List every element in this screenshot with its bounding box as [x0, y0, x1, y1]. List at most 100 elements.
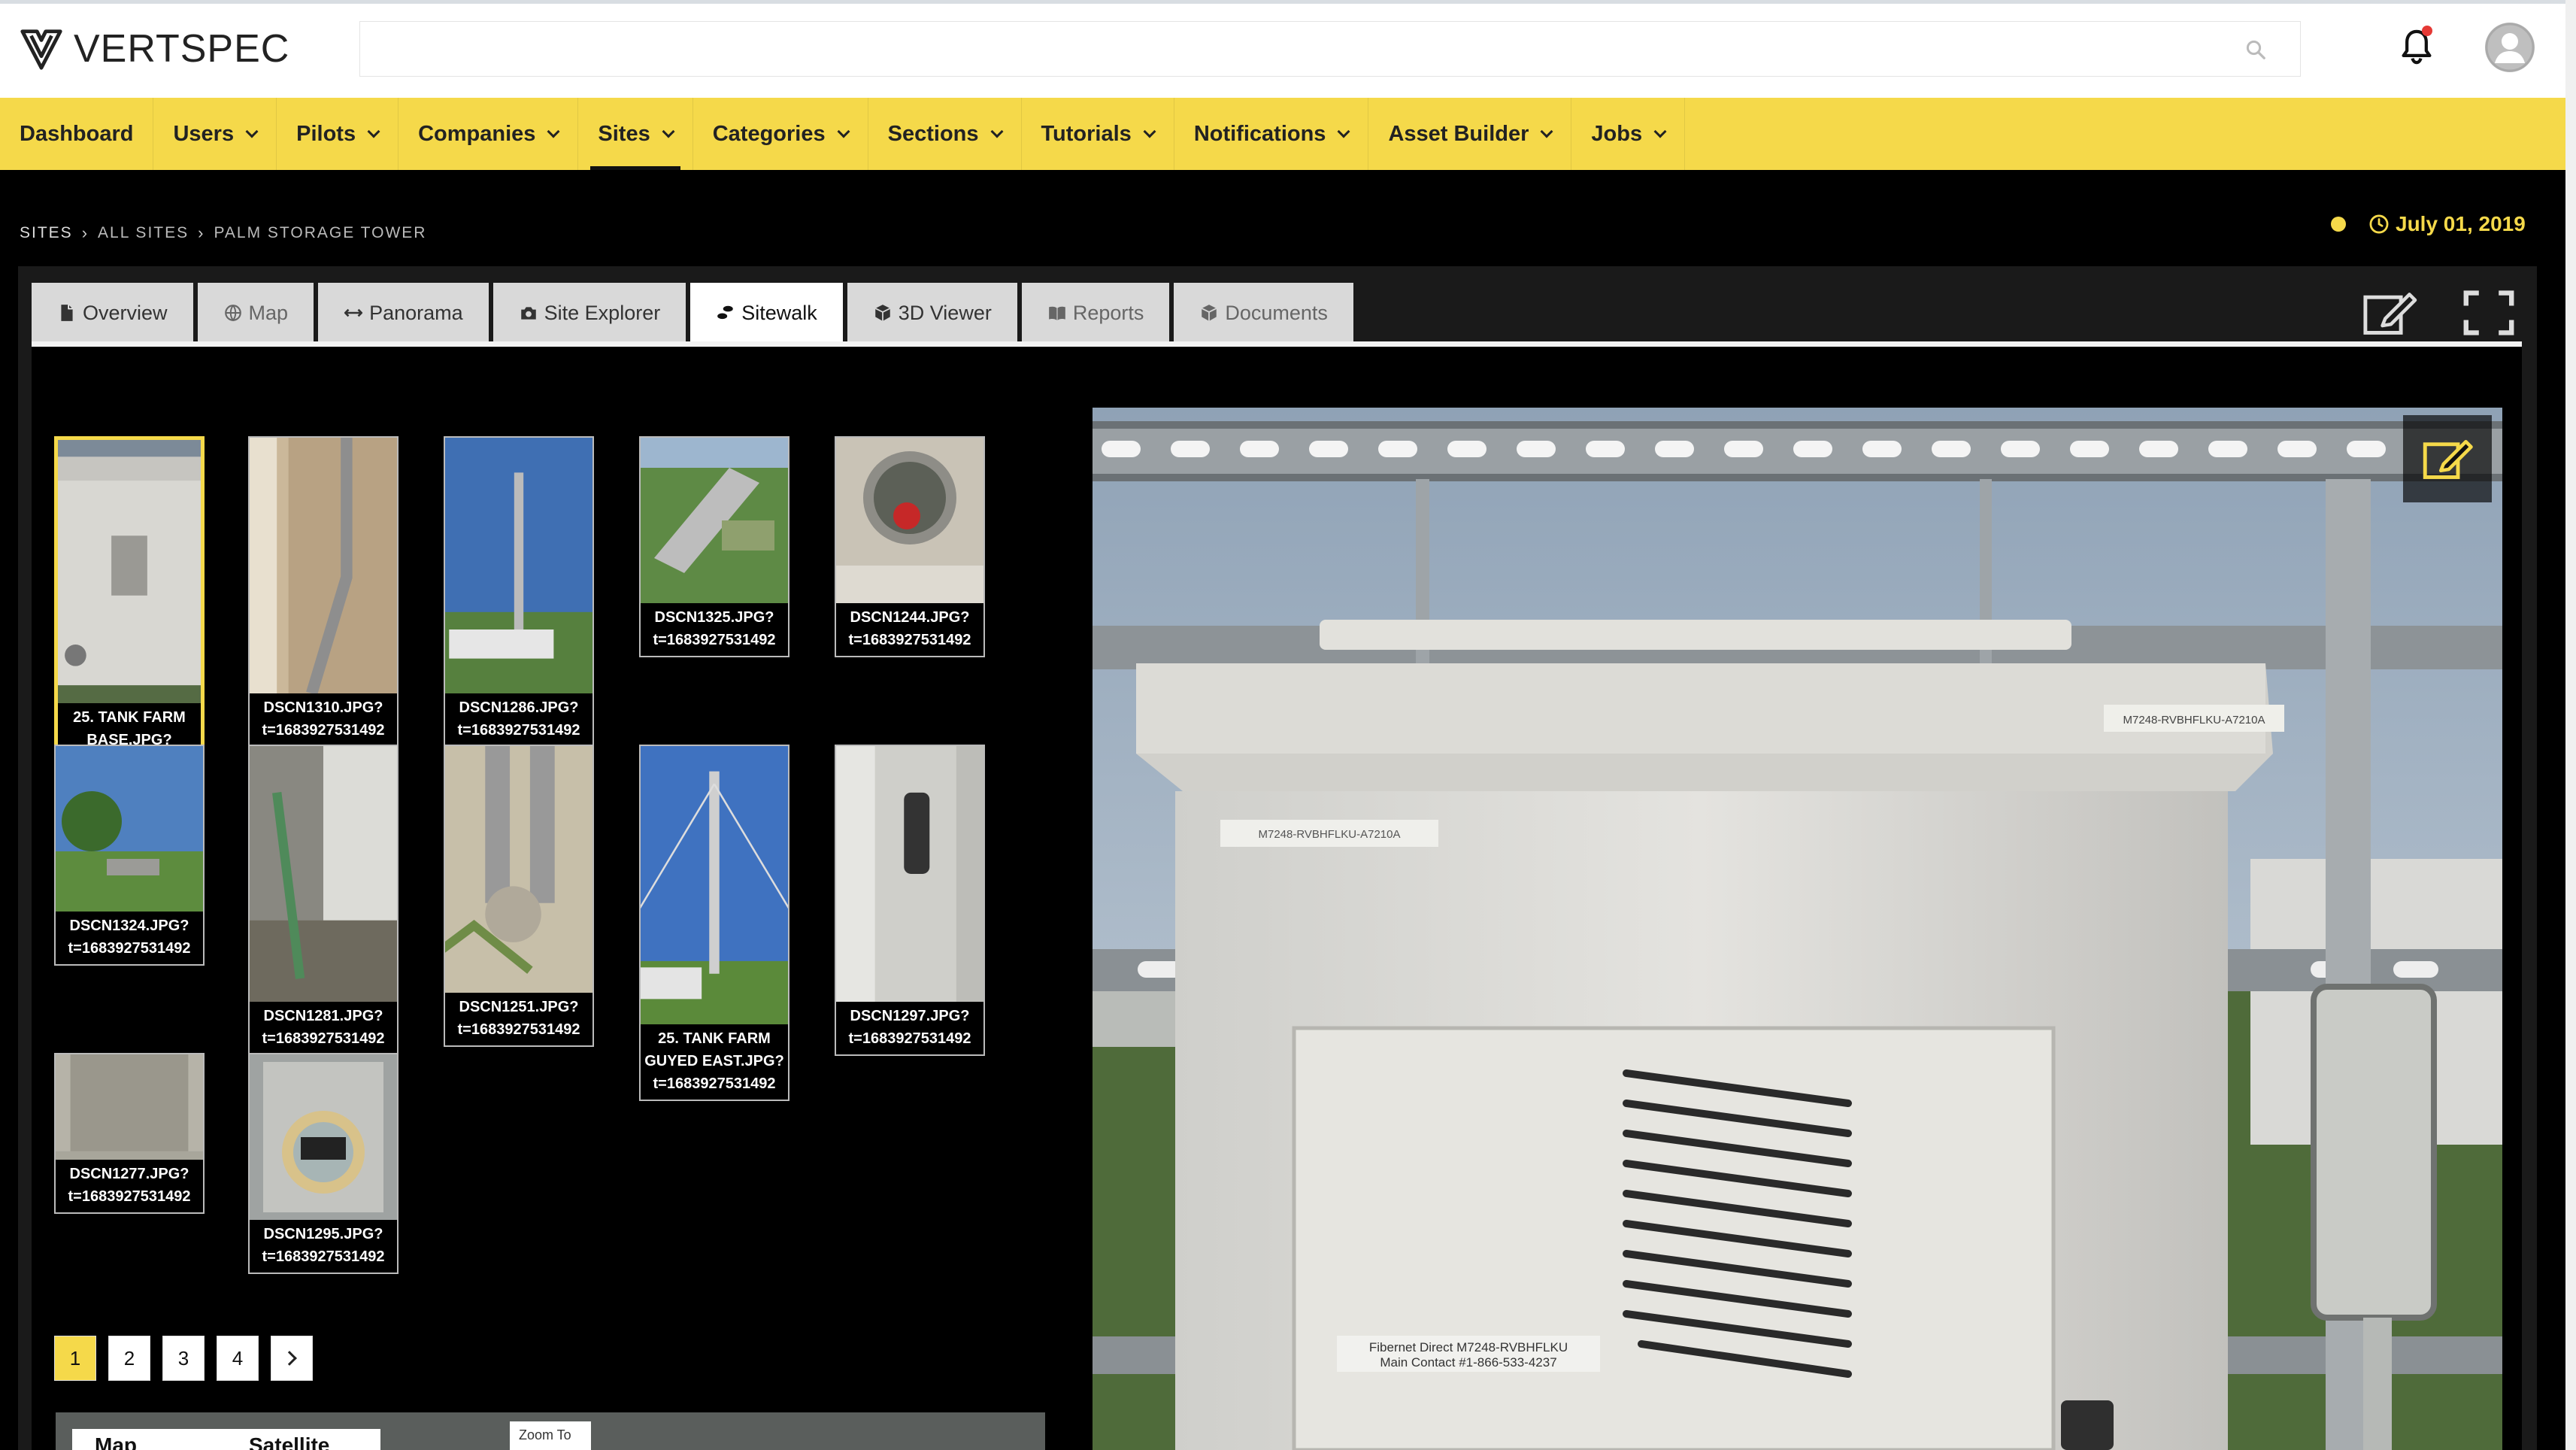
page-button-2[interactable]: 2 [108, 1336, 150, 1381]
chevron-down-icon [1653, 125, 1667, 138]
chevron-right-icon [282, 1351, 297, 1366]
thumbnail-image [836, 438, 983, 603]
fullscreen-icon[interactable] [2460, 287, 2517, 338]
map-type-satellite-button[interactable]: Satellite [226, 1429, 380, 1450]
next-page-button[interactable] [271, 1336, 313, 1381]
photo-thumbnail[interactable]: DSCN1325.JPG?t=1683927531492 [639, 436, 789, 657]
thumbnail-image [56, 1054, 203, 1160]
nav-label: Asset Builder [1388, 121, 1529, 146]
nav-label: Companies [418, 121, 536, 146]
site-tabs: Overview Map Panorama Site Explorer Sitewalk… [32, 283, 1358, 343]
nav-users[interactable]: Users [153, 98, 277, 170]
search-bar[interactable] [359, 21, 2301, 77]
thumbnail-caption: DSCN1244.JPG?t=1683927531492 [848, 609, 971, 648]
photo-preview-image [445, 746, 592, 993]
cabinet-label-top: M7248-RVBHFLKU-A7210A [2123, 714, 2265, 727]
nav-label: Users [173, 121, 235, 146]
photo-thumbnail[interactable]: DSCN1295.JPG?t=1683927531492 [248, 1053, 399, 1274]
edit-icon[interactable] [2361, 287, 2418, 338]
breadcrumb: SITES › ALL SITES › PALM STORAGE TOWER [20, 223, 426, 243]
page-scrollbar[interactable] [2565, 0, 2576, 1450]
tab-3d-viewer[interactable]: 3D Viewer [847, 283, 1017, 343]
photo-preview-image [641, 438, 788, 603]
thumbnail-caption: DSCN1297.JPG?t=1683927531492 [848, 1008, 971, 1047]
viewer-edit-button[interactable] [2403, 415, 2492, 502]
nav-pilots[interactable]: Pilots [277, 98, 399, 170]
photo-thumbnail[interactable]: DSCN1310.JPG?t=1683927531492 [248, 436, 399, 748]
thumbnail-image [641, 438, 788, 603]
pagination: 1234 [54, 1336, 325, 1381]
chevron-down-icon [1540, 125, 1553, 138]
thumbnail-caption: DSCN1324.JPG?t=1683927531492 [68, 918, 191, 957]
nav-categories[interactable]: Categories [693, 98, 868, 170]
tab-sitewalk[interactable]: Sitewalk [690, 283, 843, 343]
photo-thumbnail[interactable]: DSCN1281.JPG?t=1683927531492 [248, 745, 399, 1056]
photo-thumbnail[interactable]: 25. TANK FARM BASE.JPG?t=1683927531491 [54, 436, 205, 782]
nav-companies[interactable]: Companies [399, 98, 579, 170]
photo-preview-image [445, 438, 592, 693]
thumbnail-caption: 25. TANK FARM GUYED EAST.JPG?t=168392753… [644, 1030, 784, 1092]
thumbnail-image [445, 438, 592, 693]
footprints-icon [717, 305, 733, 320]
page-button-1[interactable]: 1 [54, 1336, 96, 1381]
thumbnail-caption: DSCN1325.JPG?t=1683927531492 [653, 609, 776, 648]
chevron-down-icon [990, 125, 1003, 138]
photo-thumbnail[interactable]: DSCN1277.JPG?t=1683927531492 [54, 1053, 205, 1214]
thumbnail-image [836, 746, 983, 1002]
nav-label: Jobs [1591, 121, 1643, 146]
tab-label: Overview [83, 301, 168, 324]
thumbnail-image [250, 438, 397, 693]
tab-documents[interactable]: Documents [1174, 283, 1353, 343]
photo-thumbnail[interactable]: DSCN1297.JPG?t=1683927531492 [835, 745, 985, 1056]
zoom-to-button[interactable]: Zoom To [510, 1421, 591, 1450]
search-input[interactable] [360, 22, 2300, 76]
photo-preview-image [250, 1054, 397, 1220]
photo-preview-image [58, 440, 201, 703]
user-avatar[interactable] [2485, 23, 2535, 72]
photo-thumbnail[interactable]: DSCN1244.JPG?t=1683927531492 [835, 436, 985, 657]
thumbnail-caption: DSCN1295.JPG?t=1683927531492 [262, 1226, 385, 1265]
thumbnail-caption: DSCN1281.JPG?t=1683927531492 [262, 1008, 385, 1047]
tab-label: Reports [1072, 301, 1144, 324]
photo-thumbnail[interactable]: DSCN1286.JPG?t=1683927531492 [444, 436, 594, 748]
cube-icon [1202, 305, 1217, 321]
map-type-toggle: Map Satellite [72, 1429, 380, 1450]
tab-site-explorer[interactable]: Site Explorer [492, 283, 686, 343]
tab-map[interactable]: Map [197, 283, 314, 343]
nav-asset-builder[interactable]: Asset Builder [1368, 98, 1572, 170]
page-button-3[interactable]: 3 [162, 1336, 205, 1381]
nav-tutorials[interactable]: Tutorials [1022, 98, 1174, 170]
photo-preview-image [56, 746, 203, 912]
breadcrumb-sites[interactable]: SITES [20, 224, 73, 242]
photo-preview-image [250, 438, 397, 693]
photo-thumbnail[interactable]: DSCN1251.JPG?t=1683927531492 [444, 745, 594, 1047]
chevron-down-icon [547, 125, 560, 138]
nav-sections[interactable]: Sections [868, 98, 1022, 170]
nav-label: Sites [598, 121, 650, 146]
chevron-down-icon [1337, 125, 1350, 138]
nav-dashboard[interactable]: Dashboard [0, 98, 154, 170]
search-icon[interactable] [2244, 38, 2267, 61]
photo-thumbnail[interactable]: 25. TANK FARM GUYED EAST.JPG?t=168392753… [639, 745, 789, 1101]
vertspec-logo-icon [20, 29, 62, 70]
thumbnail-image [250, 1054, 397, 1220]
tab-label: Documents [1225, 301, 1328, 324]
nav-label: Sections [887, 121, 979, 146]
tab-panorama[interactable]: Panorama [318, 283, 489, 343]
tab-overview[interactable]: Overview [32, 283, 193, 343]
nav-notifications[interactable]: Notifications [1174, 98, 1369, 170]
photo-thumbnail[interactable]: DSCN1324.JPG?t=1683927531492 [54, 745, 205, 966]
photo-viewer[interactable]: M7248-RVBHFLKU-A7210A M7248-RVBHFLKU-A72… [1093, 408, 2502, 1450]
nav-jobs[interactable]: Jobs [1571, 98, 1686, 170]
brand-name: VERTSPEC [74, 27, 290, 71]
tab-label: Sitewalk [741, 301, 817, 324]
photo-preview-image [836, 438, 983, 603]
location-minimap[interactable]: Map Satellite Zoom To [56, 1412, 1045, 1450]
map-type-map-button[interactable]: Map [72, 1429, 226, 1450]
tab-reports[interactable]: Reports [1021, 283, 1170, 343]
nav-sites[interactable]: Sites [578, 98, 693, 170]
brand-logo[interactable]: VERTSPEC [18, 24, 289, 74]
page-button-4[interactable]: 4 [217, 1336, 259, 1381]
breadcrumb-all-sites[interactable]: ALL SITES [98, 224, 189, 242]
chevron-down-icon [1143, 125, 1156, 138]
